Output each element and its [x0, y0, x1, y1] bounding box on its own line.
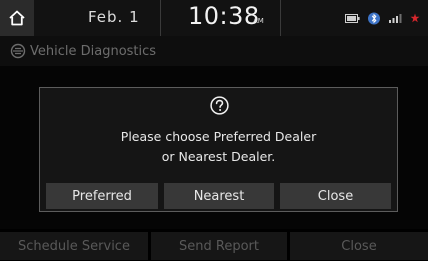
dialog-close-button[interactable]: Close	[280, 183, 391, 209]
bluetooth-audio-icon	[368, 12, 380, 24]
battery-icon	[345, 13, 360, 23]
home-icon	[9, 10, 25, 26]
dialog-message-line2: or Nearest Dealer.	[161, 149, 276, 164]
status-ampm: AM	[253, 17, 264, 25]
schedule-service-button[interactable]: Schedule Service	[0, 232, 148, 260]
preferred-button[interactable]: Preferred	[46, 183, 158, 209]
question-circle-icon	[210, 96, 229, 115]
signal-icon	[389, 14, 402, 23]
status-separator	[280, 0, 281, 36]
status-bar: Feb. 1 10:38 AM	[0, 0, 428, 36]
status-clock: 10:38	[188, 2, 260, 30]
status-icons	[345, 11, 420, 25]
alert-icon	[410, 13, 420, 23]
bottom-close-button[interactable]: Close	[290, 232, 428, 260]
page-title: Vehicle Diagnostics	[30, 44, 157, 59]
dialog-message-line1: Please choose Preferred Dealer	[120, 129, 317, 144]
home-button[interactable]	[0, 0, 34, 36]
screen: Feb. 1 10:38 AM Vehicle Diagnostics Plea…	[0, 0, 428, 261]
dealer-choice-dialog: Please choose Preferred Dealer or Neares…	[39, 87, 398, 212]
send-report-button[interactable]: Send Report	[151, 232, 287, 260]
vehicle-diagnostics-icon	[10, 43, 26, 59]
status-separator	[160, 0, 161, 36]
bottom-bar: Schedule Service Send Report Close	[0, 229, 428, 261]
status-date: Feb. 1	[88, 8, 140, 26]
title-bar: Vehicle Diagnostics	[0, 36, 428, 66]
nearest-button[interactable]: Nearest	[164, 183, 274, 209]
